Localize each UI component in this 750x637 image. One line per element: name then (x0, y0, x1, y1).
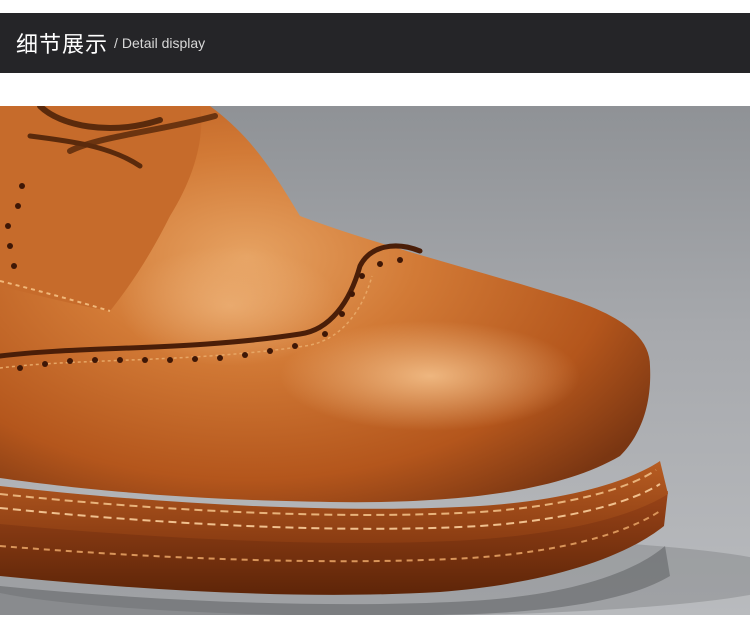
section-title-chinese: 细节展示 (16, 33, 109, 58)
top-spacer (0, 0, 750, 13)
title-separator: / (114, 35, 118, 51)
bottom-spacer (0, 615, 750, 637)
shoe-photo (0, 106, 750, 615)
section-title-english: Detail display (121, 35, 206, 51)
section-header: 细节展示 / Detail display (0, 13, 750, 73)
